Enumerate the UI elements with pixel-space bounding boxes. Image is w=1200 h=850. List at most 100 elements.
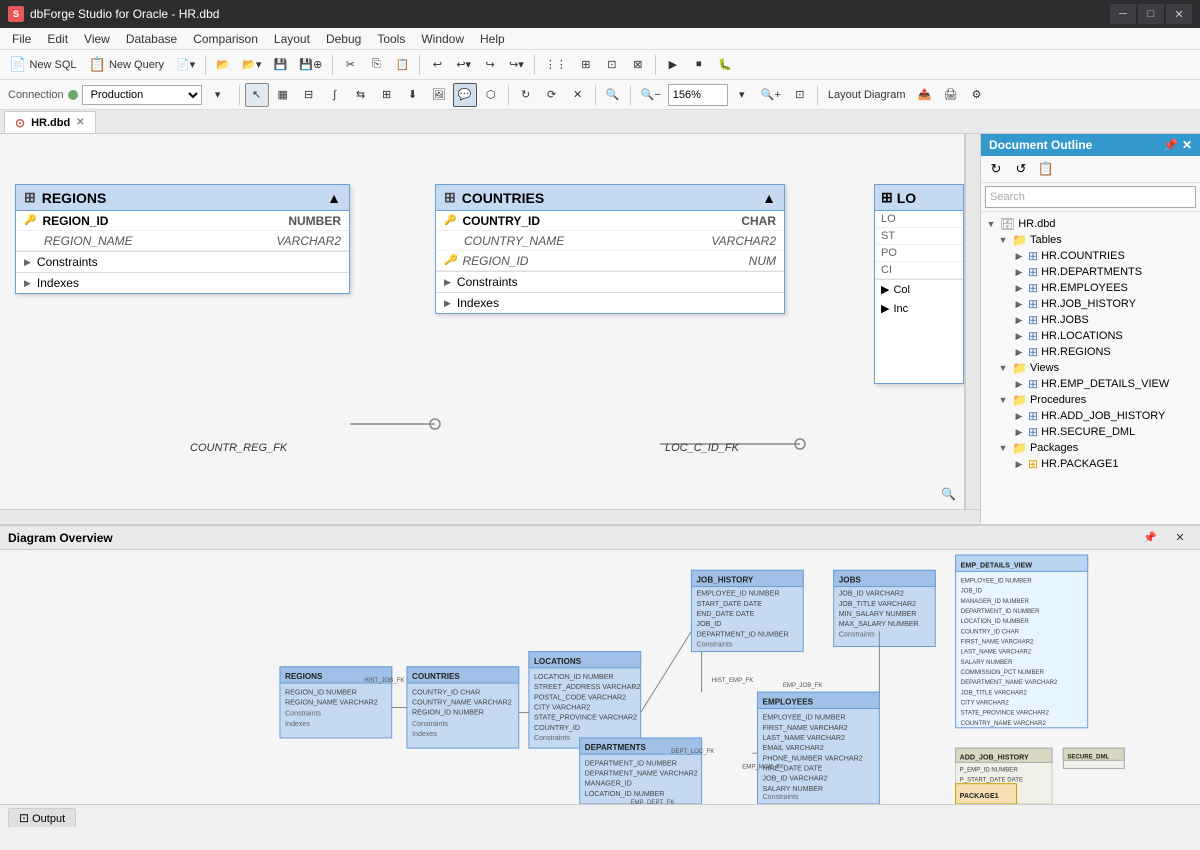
copy-button[interactable]: ⎘ bbox=[364, 53, 388, 77]
overview-close-button[interactable]: ✕ bbox=[1168, 529, 1192, 547]
panel-refresh-button[interactable]: ↻ bbox=[985, 159, 1007, 179]
export-button[interactable]: 📤 bbox=[913, 83, 937, 107]
diagram-canvas[interactable]: COUNTR_REG_FK LOC_C_ID_FK ⊞ REGIONS ▲ 🔑 bbox=[0, 134, 965, 509]
settings-button[interactable]: ⚙ bbox=[965, 83, 989, 107]
new-sql-button[interactable]: 📄 New SQL bbox=[4, 53, 82, 77]
zoom-level[interactable]: 156% bbox=[668, 84, 728, 106]
zoom-in-button[interactable]: 🔍+ bbox=[756, 83, 786, 107]
connection-dropdown[interactable]: ▾ bbox=[206, 83, 230, 107]
stop-button[interactable]: ⏹ bbox=[687, 53, 711, 77]
refresh2-button[interactable]: ⟳ bbox=[540, 83, 564, 107]
tab-close-button[interactable]: ✕ bbox=[76, 117, 84, 128]
sync-button[interactable]: ✕ bbox=[566, 83, 590, 107]
close-button[interactable]: ✕ bbox=[1166, 4, 1192, 24]
formula-button[interactable]: ∫ bbox=[323, 83, 347, 107]
panel-collapse-button[interactable]: ↺ bbox=[1010, 159, 1032, 179]
redo-dropdown[interactable]: ↪▾ bbox=[504, 53, 529, 77]
tree-tables-folder[interactable]: ▼ 📁 Tables bbox=[981, 232, 1200, 248]
collapse-regions-icon[interactable]: ▲ bbox=[327, 190, 341, 206]
tree-table-departments[interactable]: ▶ ⊞ HR.DEPARTMENTS bbox=[981, 264, 1200, 280]
cut-button[interactable]: ✂ bbox=[338, 53, 362, 77]
connection-select[interactable]: Production bbox=[82, 85, 202, 105]
tree-packages-folder[interactable]: ▼ 📁 Packages bbox=[981, 440, 1200, 456]
tree-view-emp-details[interactable]: ▶ ⊞ HR.EMP_DETAILS_VIEW bbox=[981, 376, 1200, 392]
tree-proc-secure-dml[interactable]: ▶ ⊞ HR.SECURE_DML bbox=[981, 424, 1200, 440]
join-button[interactable]: ⊞ bbox=[375, 83, 399, 107]
tree-root[interactable]: ▼ 🗄 HR.dbd bbox=[981, 216, 1200, 232]
overview-pin-button[interactable]: 📌 bbox=[1138, 529, 1162, 547]
paste-button[interactable]: 📋 bbox=[390, 53, 414, 77]
grid-button[interactable]: ⊞ bbox=[574, 53, 598, 77]
import-button[interactable]: ⬇ bbox=[401, 83, 425, 107]
output-tab-item[interactable]: ⊡ Output bbox=[8, 808, 76, 827]
menu-help[interactable]: Help bbox=[472, 30, 513, 48]
undo-button[interactable]: ↩ bbox=[425, 53, 449, 77]
countries-constraints[interactable]: ▶ Constraints bbox=[436, 271, 784, 292]
minimize-button[interactable]: ─ bbox=[1110, 4, 1136, 24]
more2-button[interactable]: ⊠ bbox=[626, 53, 650, 77]
panel-close-button[interactable]: ✕ bbox=[1182, 138, 1192, 152]
redo-button[interactable]: ↪ bbox=[478, 53, 502, 77]
tree-table-locations[interactable]: ▶ ⊞ HR.LOCATIONS bbox=[981, 328, 1200, 344]
refresh-button[interactable]: ↻ bbox=[514, 83, 538, 107]
column-button[interactable]: ⊟ bbox=[297, 83, 321, 107]
regions-indexes[interactable]: ▶ Indexes bbox=[16, 272, 349, 293]
pointer-tool[interactable]: ↖ bbox=[245, 83, 269, 107]
new-dropdown-button[interactable]: 📄▾ bbox=[171, 53, 200, 77]
tree-views-folder[interactable]: ▼ 📁 Views bbox=[981, 360, 1200, 376]
menu-file[interactable]: File bbox=[4, 30, 39, 48]
countries-indexes[interactable]: ▶ Indexes bbox=[436, 292, 784, 313]
overview-panel: Diagram Overview 📌 ✕ JOB_HISTORY EMPLOYE… bbox=[0, 524, 1200, 804]
menu-debug[interactable]: Debug bbox=[318, 30, 369, 48]
image-icon: 🖼 bbox=[432, 88, 446, 101]
diagram-search-button[interactable]: 🔍 bbox=[941, 487, 956, 501]
layout-diagram-button[interactable]: Layout Diagram bbox=[823, 83, 911, 107]
connect-button[interactable]: ⇆ bbox=[349, 83, 373, 107]
diagram-hscroll[interactable] bbox=[0, 509, 980, 524]
diagram-vscroll[interactable] bbox=[965, 134, 980, 509]
undo-dropdown[interactable]: ↩▾ bbox=[451, 53, 476, 77]
tree-table-jobs[interactable]: ▶ ⊞ HR.JOBS bbox=[981, 312, 1200, 328]
more1-button[interactable]: ⊡ bbox=[600, 53, 624, 77]
shape-button[interactable]: ⬡ bbox=[479, 83, 503, 107]
save-all-button[interactable]: 💾⊕ bbox=[294, 53, 327, 77]
tree-table-job-history[interactable]: ▶ ⊞ HR.JOB_HISTORY bbox=[981, 296, 1200, 312]
new-query-button[interactable]: 📋 New Query bbox=[84, 53, 169, 77]
menu-window[interactable]: Window bbox=[413, 30, 472, 48]
partial-col-section[interactable]: ▶ Col bbox=[875, 279, 963, 299]
note-button[interactable]: 💬 bbox=[453, 83, 477, 107]
tree-package1[interactable]: ▶ ⊞ HR.PACKAGE1 bbox=[981, 456, 1200, 472]
tree-table-regions[interactable]: ▶ ⊞ HR.REGIONS bbox=[981, 344, 1200, 360]
panel-search-input[interactable] bbox=[985, 186, 1196, 208]
menu-comparison[interactable]: Comparison bbox=[185, 30, 266, 48]
open-dropdown[interactable]: 📂▾ bbox=[237, 53, 266, 77]
search-diagram-button[interactable]: 🔍 bbox=[601, 83, 625, 107]
debug-button[interactable]: 🐛 bbox=[713, 53, 737, 77]
run-button[interactable]: ▶ bbox=[661, 53, 685, 77]
partial-inc-section[interactable]: ▶ Inc bbox=[875, 299, 963, 318]
regions-constraints[interactable]: ▶ Constraints bbox=[16, 251, 349, 272]
collapse-countries-icon[interactable]: ▲ bbox=[762, 190, 776, 206]
menu-view[interactable]: View bbox=[76, 30, 118, 48]
menu-edit[interactable]: Edit bbox=[39, 30, 76, 48]
panel-pin-button[interactable]: 📌 bbox=[1163, 138, 1178, 152]
image-button[interactable]: 🖼 bbox=[427, 83, 451, 107]
tree-table-employees[interactable]: ▶ ⊞ HR.EMPLOYEES bbox=[981, 280, 1200, 296]
save-button[interactable]: 💾 bbox=[268, 53, 292, 77]
maximize-button[interactable]: □ bbox=[1138, 4, 1164, 24]
zoom-dropdown[interactable]: ▾ bbox=[730, 83, 754, 107]
tab-hrdbd[interactable]: ⊙ HR.dbd ✕ bbox=[4, 111, 96, 133]
open-button[interactable]: 📂 bbox=[211, 53, 235, 77]
tree-table-countries[interactable]: ▶ ⊞ HR.COUNTRIES bbox=[981, 248, 1200, 264]
tree-procedures-folder[interactable]: ▼ 📁 Procedures bbox=[981, 392, 1200, 408]
print-button[interactable]: 🖨 bbox=[939, 83, 963, 107]
zoom-out-button[interactable]: 🔍− bbox=[636, 83, 666, 107]
menu-database[interactable]: Database bbox=[118, 30, 185, 48]
zoom-fit-button[interactable]: ⊡ bbox=[788, 83, 812, 107]
grid-view-button[interactable]: ▦ bbox=[271, 83, 295, 107]
panel-settings-button[interactable]: 📋 bbox=[1035, 159, 1057, 179]
tree-proc-add-job[interactable]: ▶ ⊞ HR.ADD_JOB_HISTORY bbox=[981, 408, 1200, 424]
align-button[interactable]: ⋮⋮ bbox=[540, 53, 572, 77]
menu-tools[interactable]: Tools bbox=[369, 30, 413, 48]
menu-layout[interactable]: Layout bbox=[266, 30, 318, 48]
